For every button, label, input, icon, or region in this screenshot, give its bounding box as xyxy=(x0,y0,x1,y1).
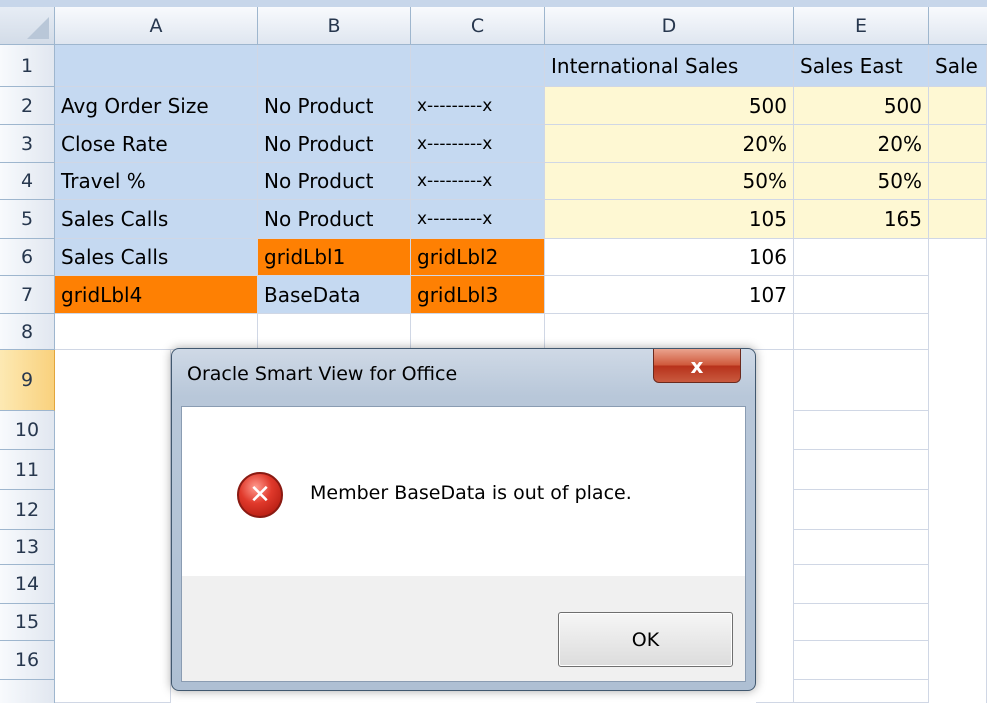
column-header-a[interactable]: A xyxy=(55,7,258,45)
cell-d1[interactable]: International Sales xyxy=(545,45,794,87)
cell-b5[interactable]: No Product xyxy=(258,200,411,239)
cell-c3[interactable]: x---------x xyxy=(411,125,545,163)
cell-e13[interactable] xyxy=(794,530,929,565)
cell-d3[interactable]: 20% xyxy=(545,125,794,163)
cell-b6[interactable]: gridLbl1 xyxy=(258,239,411,276)
cell-e4[interactable]: 50% xyxy=(794,163,929,200)
cell-d4[interactable]: 50% xyxy=(545,163,794,200)
close-button[interactable]: x xyxy=(653,349,741,383)
column-header-c[interactable]: C xyxy=(411,7,545,45)
column-a-cells[interactable] xyxy=(55,350,171,703)
cell-b3[interactable]: No Product xyxy=(258,125,411,163)
cell-e16[interactable] xyxy=(794,641,929,680)
cell-a3[interactable]: Close Rate xyxy=(55,125,258,163)
cell-f3[interactable] xyxy=(929,125,987,163)
cell-c8[interactable] xyxy=(411,314,545,350)
dialog-body: ✕ Member BaseData is out of place. OK xyxy=(181,406,746,682)
cell-e7[interactable] xyxy=(794,276,929,314)
column-header-f[interactable] xyxy=(929,7,987,45)
row-header-10[interactable]: 10 xyxy=(0,411,55,450)
cell-b7[interactable]: BaseData xyxy=(258,276,411,314)
cell-e8[interactable] xyxy=(794,314,929,350)
error-icon: ✕ xyxy=(237,472,283,518)
cell-b2[interactable]: No Product xyxy=(258,87,411,125)
cell-e1[interactable]: Sales East xyxy=(794,45,929,87)
row-header-12[interactable]: 12 xyxy=(0,490,55,530)
column-header-d[interactable]: D xyxy=(545,7,794,45)
row-header-2[interactable]: 2 xyxy=(0,87,55,125)
dialog-title: Oracle Smart View for Office xyxy=(187,363,458,385)
cell-e2[interactable]: 500 xyxy=(794,87,929,125)
cell-f5[interactable] xyxy=(929,200,987,239)
select-all-button[interactable] xyxy=(0,7,55,45)
error-dialog: Oracle Smart View for Office x ✕ Member … xyxy=(171,348,756,691)
cell-c4[interactable]: x---------x xyxy=(411,163,545,200)
cell-e14[interactable] xyxy=(794,565,929,604)
row-header-4[interactable]: 4 xyxy=(0,163,55,200)
cell-a6[interactable]: Sales Calls xyxy=(55,239,258,276)
cell-e11[interactable] xyxy=(794,450,929,490)
row-header-14[interactable]: 14 xyxy=(0,565,55,604)
cell-f2[interactable] xyxy=(929,87,987,125)
row-header-17[interactable] xyxy=(0,680,55,703)
cell-a1[interactable] xyxy=(55,45,258,87)
cell-a8[interactable] xyxy=(55,314,258,350)
cell-d7[interactable]: 107 xyxy=(545,276,794,314)
row-header-9[interactable]: 9 xyxy=(0,350,55,411)
cell-f1[interactable]: Sale xyxy=(929,45,987,87)
row-header-3[interactable]: 3 xyxy=(0,125,55,163)
row-header-8[interactable]: 8 xyxy=(0,314,55,350)
ribbon-edge xyxy=(0,0,987,7)
column-header-b[interactable]: B xyxy=(258,7,411,45)
cell-a5[interactable]: Sales Calls xyxy=(55,200,258,239)
row-header-13[interactable]: 13 xyxy=(0,530,55,565)
cell-b4[interactable]: No Product xyxy=(258,163,411,200)
cell-b8[interactable] xyxy=(258,314,411,350)
row-header-1[interactable]: 1 xyxy=(0,45,55,87)
cell-e12[interactable] xyxy=(794,490,929,530)
cell-f4[interactable] xyxy=(929,163,987,200)
cell-e15[interactable] xyxy=(794,604,929,641)
cell-e5[interactable]: 165 xyxy=(794,200,929,239)
cell-e17[interactable] xyxy=(794,680,929,703)
row-header-15[interactable]: 15 xyxy=(0,604,55,641)
cell-b1[interactable] xyxy=(258,45,411,87)
row-header-16[interactable]: 16 xyxy=(0,641,55,680)
column-d-cells[interactable] xyxy=(756,350,794,703)
cell-c1[interactable] xyxy=(411,45,545,87)
cell-c2[interactable]: x---------x xyxy=(411,87,545,125)
close-icon: x xyxy=(690,353,704,378)
cell-d5[interactable]: 105 xyxy=(545,200,794,239)
column-f-cells[interactable] xyxy=(929,239,987,703)
cell-e6[interactable] xyxy=(794,239,929,276)
message-area: ✕ Member BaseData is out of place. xyxy=(182,407,745,576)
row-header-6[interactable]: 6 xyxy=(0,239,55,276)
cell-c5[interactable]: x---------x xyxy=(411,200,545,239)
select-all-icon xyxy=(27,17,49,39)
row-header-5[interactable]: 5 xyxy=(0,200,55,239)
row-header-7[interactable]: 7 xyxy=(0,276,55,314)
ok-button[interactable]: OK xyxy=(558,612,733,667)
cell-e3[interactable]: 20% xyxy=(794,125,929,163)
cell-e10[interactable] xyxy=(794,411,929,450)
column-header-e[interactable]: E xyxy=(794,7,929,45)
cell-a2[interactable]: Avg Order Size xyxy=(55,87,258,125)
cell-d8[interactable] xyxy=(545,314,794,350)
cell-d6[interactable]: 106 xyxy=(545,239,794,276)
cell-d2[interactable]: 500 xyxy=(545,87,794,125)
cell-c6[interactable]: gridLbl2 xyxy=(411,239,545,276)
cell-e9[interactable] xyxy=(794,350,929,411)
row-header-11[interactable]: 11 xyxy=(0,450,55,490)
error-glyph: ✕ xyxy=(249,480,271,510)
cell-a7[interactable]: gridLbl4 xyxy=(55,276,258,314)
dialog-message: Member BaseData is out of place. xyxy=(310,482,632,504)
cell-a4[interactable]: Travel % xyxy=(55,163,258,200)
ok-button-label: OK xyxy=(631,628,660,651)
cell-c7[interactable]: gridLbl3 xyxy=(411,276,545,314)
